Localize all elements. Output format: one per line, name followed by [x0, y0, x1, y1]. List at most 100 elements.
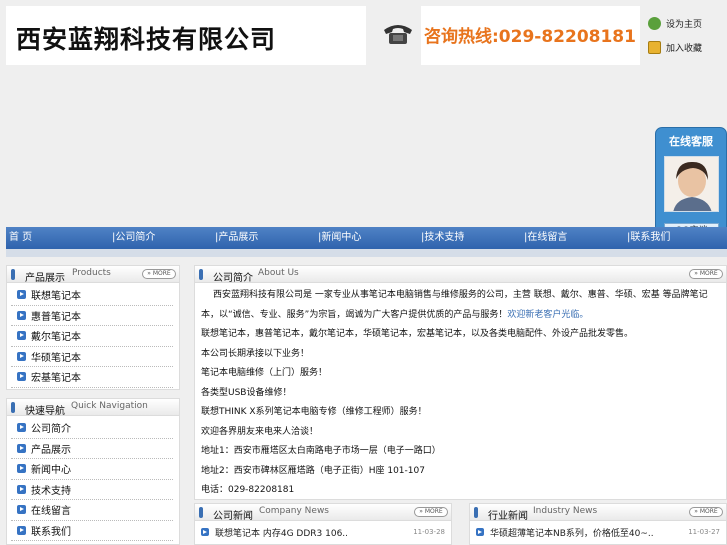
logo-banner: 西安蓝翔科技有限公司	[6, 6, 366, 65]
company-news-more-button[interactable]: » MORE	[414, 507, 448, 517]
about-content: 西安蓝翔科技有限公司是 一家专业从事笔记本电脑销售与维修服务的公司，主营 联想、…	[201, 286, 720, 501]
list-item-label: 技术支持	[31, 485, 71, 497]
arrow-icon	[201, 528, 209, 536]
news-title: 联想笔记本 内存4G DDR3 106..	[215, 528, 349, 539]
list-item-label: 公司简介	[31, 424, 71, 436]
header-marker	[11, 402, 15, 413]
quick-nav-list: 公司简介 产品展示 新闻中心 技术支持 在线留言 联系我们	[11, 418, 173, 541]
list-item[interactable]: 新闻中心	[11, 459, 173, 480]
products-panel: 产品展示 Products » MORE 联想笔记本 惠普笔记本 戴尔笔记本 华…	[6, 265, 180, 390]
quick-nav-title: 快速导航	[25, 406, 65, 417]
arrow-icon	[17, 484, 26, 494]
about-panel-header: 公司简介 About Us » MORE	[195, 266, 726, 284]
arrow-icon	[476, 528, 484, 536]
list-item-label: 华硕笔记本	[31, 352, 81, 364]
nav-about[interactable]: |公司简介	[109, 227, 212, 249]
arrow-icon	[17, 505, 26, 515]
news-item[interactable]: 华硕超薄笔记本NB系列，价格低至40~.. 11-03-27	[476, 524, 720, 540]
online-service-title: 在线客服	[669, 135, 713, 148]
nav-home[interactable]: 首 页	[6, 227, 109, 249]
arrow-icon	[17, 372, 26, 382]
industry-news-more-button[interactable]: » MORE	[689, 507, 723, 517]
telephone-icon	[384, 25, 412, 44]
header-marker	[199, 269, 203, 280]
company-news-subtitle: Company News	[259, 506, 329, 516]
about-line: 联想笔记本，惠普笔记本，戴尔笔记本，华硕笔记本，宏基笔记本，以及各类电脑配件、外…	[201, 329, 634, 339]
list-item[interactable]: 惠普笔记本	[11, 306, 173, 326]
products-title: 产品展示	[25, 273, 65, 284]
company-logo-text: 西安蓝翔科技有限公司	[16, 25, 277, 54]
nav-message[interactable]: |在线留言	[521, 227, 624, 249]
nav-products[interactable]: |产品展示	[212, 227, 315, 249]
about-line: 欢迎各界朋友来电来人洽谈！	[201, 426, 319, 437]
hotline-banner: 咨询热线:029-82208181	[421, 6, 640, 65]
header-marker	[11, 269, 15, 280]
add-favorite-label: 加入收藏	[666, 43, 703, 54]
news-date: 11-03-28	[413, 528, 445, 536]
arrow-icon	[17, 443, 26, 453]
arrow-icon	[17, 423, 26, 433]
about-panel: 公司简介 About Us » MORE 西安蓝翔科技有限公司是 一家专业从事笔…	[194, 265, 727, 500]
company-news-header: 公司新闻 Company News » MORE	[195, 504, 451, 522]
list-item-label: 新闻中心	[31, 465, 71, 477]
news-title: 华硕超薄笔记本NB系列，价格低至40~..	[490, 528, 654, 539]
arrow-icon	[17, 464, 26, 474]
about-line: 本公司长期承接以下业务！	[201, 348, 310, 359]
header-marker	[199, 507, 203, 518]
list-item-label: 联想笔记本	[31, 291, 81, 303]
list-item[interactable]: 公司简介	[11, 418, 173, 439]
list-item[interactable]: 联想笔记本	[11, 285, 173, 306]
nav-contact[interactable]: |联系我们	[624, 227, 727, 249]
quick-nav-panel: 快速导航 Quick Navigation 公司简介 产品展示 新闻中心 技术支…	[6, 398, 180, 545]
list-item[interactable]: 在线留言	[11, 500, 173, 521]
industry-news-subtitle: Industry News	[533, 506, 598, 516]
products-more-button[interactable]: » MORE	[142, 269, 176, 279]
arrow-icon	[17, 310, 26, 320]
main-nav: 首 页 |公司简介 |产品展示 |新闻中心 |技术支持 |在线留言 |联系我们	[6, 227, 727, 249]
arrow-icon	[17, 525, 26, 535]
about-line: 联想THINK X系列笔记本电脑专修（维修工程师）服务！	[201, 407, 427, 417]
add-favorite-link[interactable]: 加入收藏	[648, 38, 718, 56]
about-line: 电话：029-82208181	[201, 485, 295, 495]
arrow-icon	[17, 331, 26, 341]
list-item[interactable]: 技术支持	[11, 480, 173, 500]
header-marker	[474, 507, 478, 518]
list-item-label: 宏基笔记本	[31, 373, 81, 385]
list-item[interactable]: 联系我们	[11, 521, 173, 541]
nav-news[interactable]: |新闻中心	[315, 227, 418, 249]
about-title: 公司简介	[213, 273, 253, 284]
quick-nav-panel-header: 快速导航 Quick Navigation	[7, 399, 179, 417]
arrow-icon	[17, 290, 26, 300]
news-item[interactable]: 联想笔记本 内存4G DDR3 106.. 11-03-28	[201, 524, 445, 540]
company-news-panel: 公司新闻 Company News » MORE 联想笔记本 内存4G DDR3…	[194, 503, 452, 545]
industry-news-panel: 行业新闻 Industry News » MORE 华硕超薄笔记本NB系列，价格…	[469, 503, 727, 545]
list-item-label: 在线留言	[31, 506, 71, 518]
products-subtitle: Products	[72, 268, 111, 278]
news-date: 11-03-27	[688, 528, 720, 536]
list-item-label: 惠普笔记本	[31, 311, 81, 323]
arrow-icon	[17, 351, 26, 361]
company-news-title: 公司新闻	[213, 511, 253, 522]
nav-support[interactable]: |技术支持	[418, 227, 521, 249]
set-home-link[interactable]: 设为主页	[648, 14, 718, 32]
service-avatar	[664, 156, 719, 212]
top-links: 设为主页 加入收藏	[648, 14, 718, 62]
list-item[interactable]: 华硕笔记本	[11, 347, 173, 367]
about-line: 地址1：西安市雁塔区太白南路电子市场一层（电子一路口）	[201, 446, 441, 456]
products-list: 联想笔记本 惠普笔记本 戴尔笔记本 华硕笔记本 宏基笔记本	[11, 285, 173, 388]
list-item[interactable]: 产品展示	[11, 439, 173, 459]
about-line: 笔记本电脑维修（上门）服务！	[201, 368, 328, 378]
about-line: 地址2：西安市碑林区雁塔路（电子正街）H座 101-107	[201, 465, 425, 476]
set-home-label: 设为主页	[666, 19, 703, 30]
industry-news-title: 行业新闻	[488, 511, 528, 522]
about-line: 各类型USB设备维修！	[201, 387, 292, 398]
products-panel-header: 产品展示 Products » MORE	[7, 266, 179, 284]
quick-nav-subtitle: Quick Navigation	[71, 401, 148, 411]
list-item-label: 产品展示	[31, 444, 71, 456]
about-more-button[interactable]: » MORE	[689, 269, 723, 279]
about-subtitle: About Us	[258, 268, 299, 278]
list-item[interactable]: 宏基笔记本	[11, 367, 173, 388]
industry-news-header: 行业新闻 Industry News » MORE	[470, 504, 726, 522]
folder-icon	[648, 40, 661, 54]
list-item[interactable]: 戴尔笔记本	[11, 326, 173, 347]
